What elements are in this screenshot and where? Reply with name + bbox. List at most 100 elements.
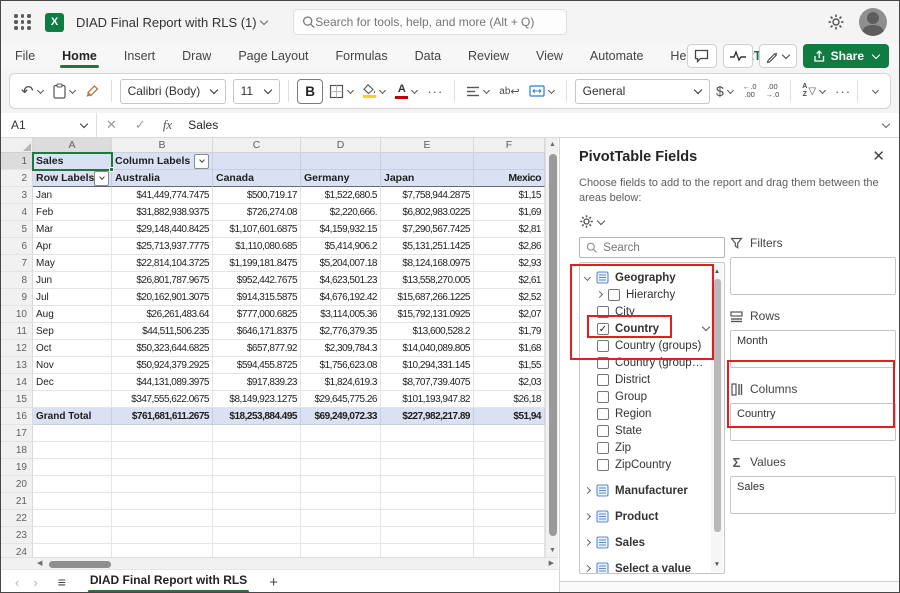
cell-value[interactable]: $13,600,528.2 bbox=[381, 323, 474, 340]
cell-grand-total-value[interactable]: $51,94 bbox=[474, 408, 545, 425]
bold-button[interactable]: B bbox=[297, 79, 323, 104]
cell-value[interactable]: $2,309,784.3 bbox=[301, 340, 381, 357]
cell-value[interactable]: $8,707,739.4075 bbox=[381, 374, 474, 391]
global-search[interactable] bbox=[293, 9, 567, 35]
row-labels-filter-button[interactable] bbox=[94, 171, 109, 186]
cell-value[interactable]: $7,758,944.2875 bbox=[381, 187, 474, 204]
row-header-14[interactable]: 14 bbox=[1, 374, 33, 391]
cell-F19[interactable] bbox=[474, 459, 545, 476]
field-item-state[interactable]: State bbox=[580, 422, 724, 439]
row-header-11[interactable]: 11 bbox=[1, 323, 33, 340]
filters-drop-area[interactable] bbox=[730, 257, 896, 295]
field-item-hierarchy[interactable]: Hierarchy bbox=[580, 286, 724, 303]
checkbox[interactable] bbox=[597, 408, 609, 420]
cell-value[interactable]: $4,159,932.15 bbox=[301, 221, 381, 238]
cell-value[interactable]: $2,03 bbox=[474, 374, 545, 391]
cell-B18[interactable] bbox=[112, 442, 213, 459]
merge-cells-button[interactable] bbox=[526, 82, 558, 100]
cell-value[interactable]: $777,000.6825 bbox=[213, 306, 301, 323]
cell-value[interactable]: $15,687,266.1225 bbox=[381, 289, 474, 306]
more-font-options-button[interactable]: ··· bbox=[424, 81, 446, 102]
cell-E24[interactable] bbox=[381, 544, 474, 557]
cell-value[interactable]: $1,79 bbox=[474, 323, 545, 340]
next-sheet-button[interactable]: › bbox=[33, 575, 37, 590]
row-header-1[interactable]: 1 bbox=[1, 153, 33, 170]
column-header-D[interactable]: D bbox=[301, 138, 381, 153]
cell-B17[interactable] bbox=[112, 425, 213, 442]
cell-F22[interactable] bbox=[474, 510, 545, 527]
cell-value[interactable]: $41,449,774.7475 bbox=[112, 187, 213, 204]
field-item-country-groups[interactable]: Country (groups) bbox=[580, 337, 724, 354]
field-item-group[interactable]: Group bbox=[580, 388, 724, 405]
cell-F20[interactable] bbox=[474, 476, 545, 493]
scroll-up-arrow[interactable]: ▲ bbox=[546, 141, 559, 148]
cell-C24[interactable] bbox=[213, 544, 301, 557]
checkbox[interactable] bbox=[597, 459, 609, 471]
ribbon-tab-view[interactable]: View bbox=[536, 43, 563, 69]
cell-value[interactable]: $26,261,483.64 bbox=[112, 306, 213, 323]
cell-D18[interactable] bbox=[301, 442, 381, 459]
cell-value[interactable]: $14,040,089.805 bbox=[381, 340, 474, 357]
cell-value[interactable]: $1,55 bbox=[474, 357, 545, 374]
chevron-right-icon[interactable] bbox=[597, 292, 608, 297]
cell-value[interactable]: $25,713,937.7775 bbox=[112, 238, 213, 255]
field-item-country[interactable]: ✓Country bbox=[580, 320, 724, 337]
area-field-sales[interactable]: Sales bbox=[737, 481, 889, 493]
field-item-city[interactable]: City bbox=[580, 303, 724, 320]
column-header-E[interactable]: E bbox=[381, 138, 474, 153]
field-table-product[interactable]: Product bbox=[580, 508, 724, 525]
font-color-button[interactable]: A bbox=[392, 81, 421, 102]
cell-E21[interactable] bbox=[381, 493, 474, 510]
cell-country-japan[interactable]: Japan bbox=[381, 170, 474, 187]
ribbon-tab-home[interactable]: Home bbox=[62, 43, 97, 69]
row-header-5[interactable]: 5 bbox=[1, 221, 33, 238]
ribbon-tab-data[interactable]: Data bbox=[415, 43, 441, 69]
cell-month-jun[interactable]: Jun bbox=[33, 272, 112, 289]
cell-month-oct[interactable]: Oct bbox=[33, 340, 112, 357]
cell-A22[interactable] bbox=[33, 510, 112, 527]
horizontal-scrollbar[interactable]: ◀ ▶ bbox=[1, 557, 558, 569]
row-header-2[interactable]: 2 bbox=[1, 170, 33, 187]
row-header-22[interactable]: 22 bbox=[1, 510, 33, 527]
scroll-down-arrow[interactable]: ▼ bbox=[711, 561, 723, 568]
cell-E18[interactable] bbox=[381, 442, 474, 459]
account-avatar[interactable] bbox=[859, 8, 887, 36]
cell-value[interactable]: $1,69 bbox=[474, 204, 545, 221]
search-input[interactable] bbox=[315, 15, 558, 29]
ribbon-tab-automate[interactable]: Automate bbox=[590, 43, 644, 69]
cell-C17[interactable] bbox=[213, 425, 301, 442]
cell-value[interactable]: $5,131,251.1425 bbox=[381, 238, 474, 255]
row-header-3[interactable]: 3 bbox=[1, 187, 33, 204]
chevron-down-icon[interactable] bbox=[699, 323, 710, 335]
cell-grand-total-value[interactable]: $227,982,217.89 bbox=[381, 408, 474, 425]
cell-B22[interactable] bbox=[112, 510, 213, 527]
document-title[interactable]: DIAD Final Report with RLS (1) bbox=[76, 15, 268, 30]
chevron-down-icon[interactable] bbox=[585, 275, 596, 280]
add-sheet-button[interactable]: + bbox=[269, 574, 278, 591]
cell-grand-total-value[interactable]: $69,249,072.33 bbox=[301, 408, 381, 425]
cell-C18[interactable] bbox=[213, 442, 301, 459]
cell-B24[interactable] bbox=[112, 544, 213, 557]
cell-D20[interactable] bbox=[301, 476, 381, 493]
cell-value[interactable]: $4,623,501.23 bbox=[301, 272, 381, 289]
excel-logo-icon[interactable]: X bbox=[45, 13, 64, 32]
cell-value[interactable]: $1,199,181.8475 bbox=[213, 255, 301, 272]
cell-E23[interactable] bbox=[381, 527, 474, 544]
cell-C22[interactable] bbox=[213, 510, 301, 527]
cell-F17[interactable] bbox=[474, 425, 545, 442]
cell-F23[interactable] bbox=[474, 527, 545, 544]
cell-value[interactable]: $15,792,131.0925 bbox=[381, 306, 474, 323]
cell-value[interactable]: $1,756,623.08 bbox=[301, 357, 381, 374]
horizontal-scroll-thumb[interactable] bbox=[49, 561, 111, 568]
cell-value[interactable]: $914,315.5875 bbox=[213, 289, 301, 306]
activity-button[interactable] bbox=[723, 44, 753, 68]
all-sheets-menu-button[interactable]: ≡ bbox=[58, 574, 66, 590]
cell-B19[interactable] bbox=[112, 459, 213, 476]
cell-value[interactable]: $29,148,440.8425 bbox=[112, 221, 213, 238]
column-header-A[interactable]: A bbox=[33, 138, 112, 153]
checkbox[interactable] bbox=[597, 374, 609, 386]
cell-month-jul[interactable]: Jul bbox=[33, 289, 112, 306]
cell-value[interactable]: $2,220,666. bbox=[301, 204, 381, 221]
cell-value[interactable]: $1,107,601.6875 bbox=[213, 221, 301, 238]
ribbon-tab-insert[interactable]: Insert bbox=[124, 43, 155, 69]
